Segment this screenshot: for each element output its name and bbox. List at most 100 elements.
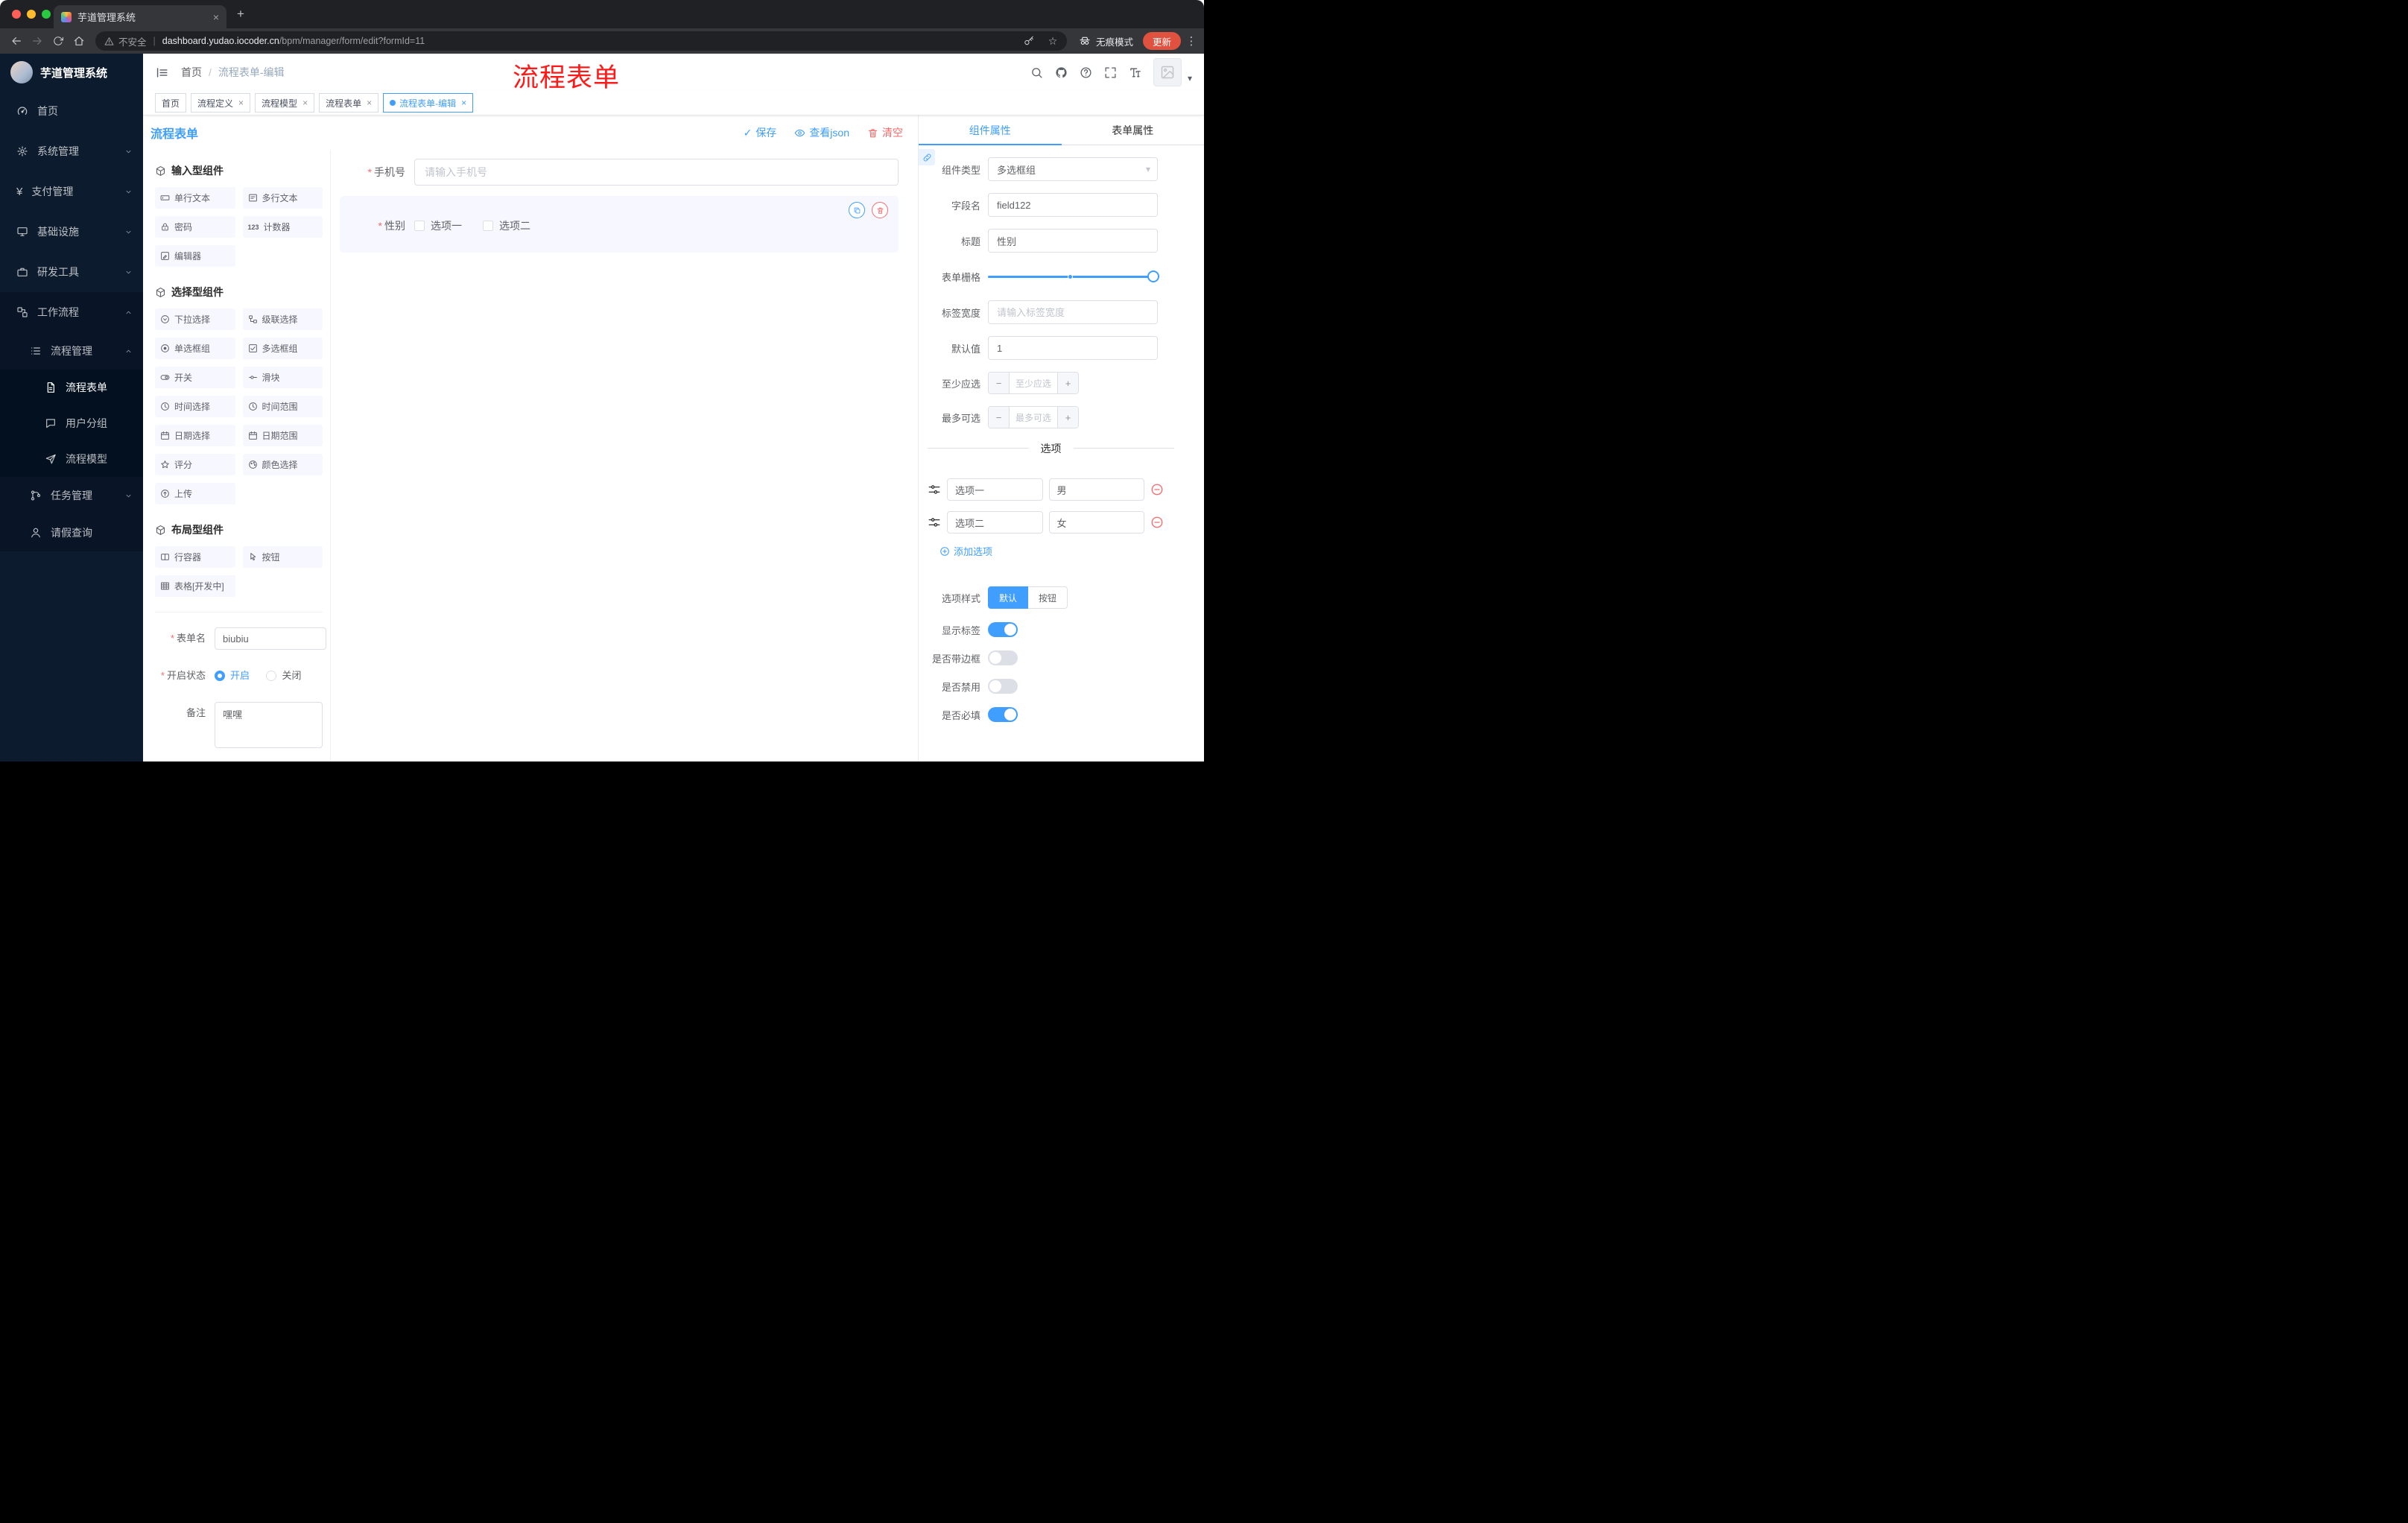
sidebar-item-user-group[interactable]: 用户分组 — [0, 405, 143, 441]
status-radio-on[interactable]: 开启 — [215, 665, 250, 687]
home-button[interactable] — [69, 31, 89, 51]
drag-handle-icon[interactable] — [928, 516, 941, 529]
form-name-input[interactable] — [215, 627, 326, 650]
title-input[interactable] — [988, 229, 1158, 253]
palette-item-select[interactable]: 下拉选择 — [155, 308, 235, 330]
traffic-light-close[interactable] — [12, 10, 21, 19]
palette-item-button[interactable]: 按钮 — [242, 546, 323, 568]
palette-item-radio-group[interactable]: 单选框组 — [155, 338, 235, 359]
palette-item-time-range-picker[interactable]: 时间范围 — [242, 396, 323, 417]
status-radio-off[interactable]: 关闭 — [266, 665, 301, 687]
phone-input[interactable] — [414, 159, 899, 186]
tab-form-props[interactable]: 表单属性 — [1062, 115, 1205, 145]
security-label[interactable]: 不安全 — [118, 34, 147, 48]
component-type-select[interactable]: 多选框组 ▾ — [988, 157, 1158, 181]
style-button-button[interactable]: 按钮 — [1028, 586, 1068, 609]
key-icon[interactable] — [1019, 33, 1039, 49]
border-switch[interactable] — [988, 650, 1018, 665]
show-label-switch[interactable] — [988, 622, 1018, 637]
sidebar-item-process-management[interactable]: 流程管理 — [0, 332, 143, 370]
tag-process-form[interactable]: 流程表单 × — [319, 93, 379, 113]
add-option-button[interactable]: 添加选项 — [940, 544, 1204, 558]
fullscreen-icon[interactable] — [1104, 66, 1117, 79]
palette-item-rate[interactable]: 评分 — [155, 454, 235, 475]
hamburger-icon[interactable] — [155, 66, 169, 80]
reload-button[interactable] — [48, 31, 69, 51]
sidebar-item-dev-tools[interactable]: 研发工具 — [0, 252, 143, 292]
checkbox-option-2[interactable]: 选项二 — [483, 218, 530, 233]
browser-menu-icon[interactable]: ⋮ — [1185, 34, 1198, 48]
palette-item-time-picker[interactable]: 时间选择 — [155, 396, 235, 417]
sidebar-item-system-management[interactable]: 系统管理 — [0, 131, 143, 171]
palette-item-table[interactable]: 表格[开发中] — [155, 575, 235, 597]
back-button[interactable] — [6, 31, 27, 51]
sidebar-item-process-form[interactable]: 流程表单 — [0, 370, 143, 405]
forward-button[interactable] — [27, 31, 48, 51]
sidebar-item-infrastructure[interactable]: 基础设施 — [0, 212, 143, 252]
browser-tab[interactable]: 芋道管理系统 × — [54, 5, 226, 28]
search-icon[interactable] — [1030, 66, 1043, 79]
sidebar-item-home[interactable]: 首页 — [0, 91, 143, 131]
increase-button[interactable]: + — [1057, 407, 1078, 428]
bookmark-star-icon[interactable]: ☆ — [1043, 33, 1062, 49]
field-name-input[interactable] — [988, 193, 1158, 217]
remove-option-icon[interactable] — [1150, 483, 1164, 496]
required-switch[interactable] — [988, 707, 1018, 722]
tag-process-form-edit[interactable]: 流程表单-编辑 × — [383, 93, 474, 113]
slider-handle[interactable] — [1147, 270, 1159, 282]
palette-item-color-picker[interactable]: 颜色选择 — [242, 454, 323, 475]
max-select-input[interactable]: 最多可选 — [1010, 407, 1057, 428]
checkbox-option-1[interactable]: 选项一 — [414, 218, 462, 233]
omnibox[interactable]: 不安全 | dashboard.yudao.iocoder.cn/bpm/man… — [95, 31, 1067, 51]
palette-item-counter[interactable]: 123 计数器 — [242, 216, 323, 238]
caret-down-icon[interactable]: ▾ — [1188, 73, 1192, 83]
traffic-light-maximize[interactable] — [42, 10, 51, 19]
help-icon[interactable] — [1080, 66, 1092, 79]
tag-close-icon[interactable]: × — [367, 98, 372, 108]
tab-close-icon[interactable]: × — [213, 11, 219, 23]
tag-close-icon[interactable]: × — [238, 98, 244, 108]
palette-item-upload[interactable]: 上传 — [155, 483, 235, 504]
tag-close-icon[interactable]: × — [302, 98, 308, 108]
app-logo[interactable]: 芋道管理系统 — [0, 54, 143, 91]
option-label-input[interactable] — [947, 478, 1043, 501]
increase-button[interactable]: + — [1057, 373, 1078, 393]
breadcrumb-home[interactable]: 首页 — [181, 65, 202, 80]
github-icon[interactable] — [1055, 66, 1068, 79]
palette-item-date-range-picker[interactable]: 日期范围 — [242, 425, 323, 446]
option-value-input[interactable] — [1048, 511, 1144, 533]
gender-checkbox-component[interactable]: * 性别 选项一 选项二 — [340, 196, 899, 253]
decrease-button[interactable]: − — [989, 373, 1010, 393]
chain-link-button[interactable] — [919, 149, 935, 165]
sidebar-item-task-management[interactable]: 任务管理 — [0, 477, 143, 514]
palette-item-date-picker[interactable]: 日期选择 — [155, 425, 235, 446]
delete-component-button[interactable] — [872, 202, 888, 218]
sidebar-item-process-model[interactable]: 流程模型 — [0, 441, 143, 477]
palette-item-switch[interactable]: 开关 — [155, 367, 235, 388]
tag-home[interactable]: 首页 — [155, 93, 187, 113]
sidebar-item-workflow[interactable]: 工作流程 — [0, 292, 143, 332]
palette-item-password[interactable]: 密码 — [155, 216, 235, 238]
drag-handle-icon[interactable] — [928, 483, 941, 496]
default-value-input[interactable] — [988, 336, 1158, 360]
remove-option-icon[interactable] — [1150, 516, 1164, 529]
tab-component-props[interactable]: 组件属性 — [919, 115, 1062, 145]
avatar[interactable] — [1153, 58, 1182, 86]
sidebar-item-leave-query[interactable]: 请假查询 — [0, 514, 143, 551]
palette-item-editor[interactable]: 编辑器 — [155, 245, 235, 267]
palette-item-cascader[interactable]: 级联选择 — [242, 308, 323, 330]
option-value-input[interactable] — [1048, 478, 1144, 501]
phone-field-row[interactable]: * 手机号 — [340, 159, 899, 186]
form-grid-slider[interactable] — [988, 265, 1159, 288]
decrease-button[interactable]: − — [989, 407, 1010, 428]
tag-close-icon[interactable]: × — [461, 98, 466, 108]
tag-process-model[interactable]: 流程模型 × — [255, 93, 315, 113]
new-tab-button[interactable]: + — [237, 7, 244, 22]
clear-button[interactable]: 清空 — [867, 125, 903, 140]
update-button[interactable]: 更新 — [1142, 32, 1181, 50]
label-width-input[interactable] — [988, 300, 1158, 324]
save-button[interactable]: ✓ 保存 — [744, 125, 777, 140]
tag-process-definition[interactable]: 流程定义 × — [191, 93, 251, 113]
style-default-button[interactable]: 默认 — [988, 586, 1029, 609]
view-json-button[interactable]: 查看json — [794, 125, 849, 140]
